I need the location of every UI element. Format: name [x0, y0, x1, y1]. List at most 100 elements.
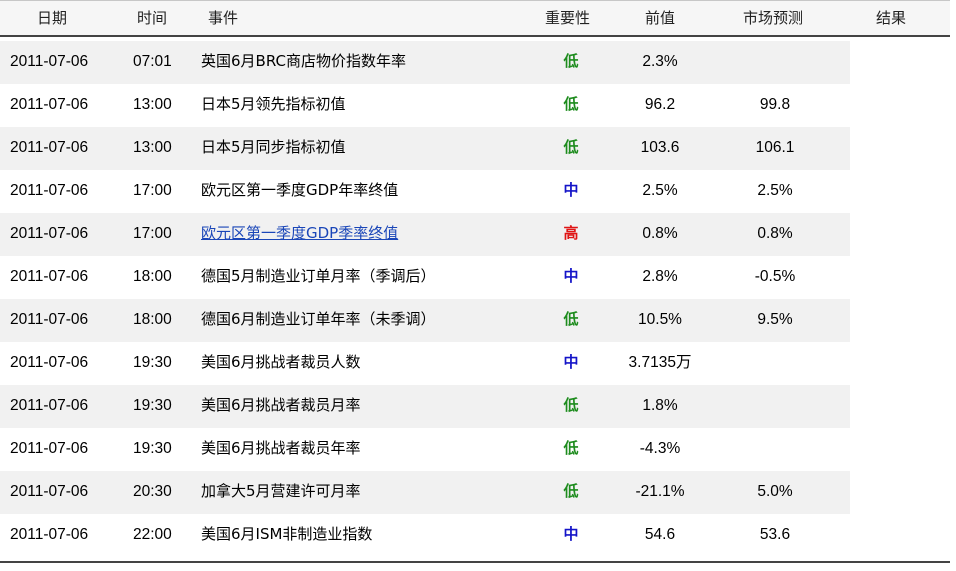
row-time: 19:30 — [133, 440, 172, 457]
row-event: 英国6月BRC商店物价指数年率 — [201, 52, 406, 70]
row-time: 18:00 — [133, 311, 172, 328]
header-forecast: 市场预测 — [743, 9, 804, 27]
row-event: 加拿大5月营建许可月率 — [201, 482, 361, 500]
row-time: 17:00 — [133, 225, 172, 242]
row-previous: 54.6 — [644, 526, 676, 543]
row-importance: 低 — [563, 396, 579, 414]
row-date: 2011-07-06 — [10, 139, 89, 156]
row-forecast: -0.5% — [754, 268, 796, 285]
row-result — [850, 428, 950, 471]
row-time: 19:30 — [133, 397, 172, 414]
row-background — [0, 342, 850, 385]
row-time: 13:00 — [133, 96, 172, 113]
row-event-link[interactable]: 欧元区第一季度GDP季率终值 — [201, 213, 398, 256]
row-date: 2011-07-06 — [10, 440, 89, 457]
table-row: 2011-07-06 22:00 美国6月ISM非制造业指数 中 54.6 53.6 — [0, 514, 950, 557]
row-result — [850, 514, 950, 557]
row-background — [0, 428, 850, 471]
row-result — [850, 213, 950, 256]
row-result — [850, 170, 950, 213]
row-previous: 103.6 — [640, 139, 680, 156]
row-date: 2011-07-06 — [10, 96, 89, 113]
header-previous: 前值 — [645, 9, 676, 27]
row-result — [850, 471, 950, 514]
row-importance: 低 — [563, 439, 579, 457]
row-event: 美国6月挑战者裁员月率 — [201, 396, 361, 414]
row-previous: 0.8% — [642, 225, 678, 242]
row-date: 2011-07-06 — [10, 354, 89, 371]
row-background — [0, 514, 850, 557]
row-result — [850, 127, 950, 170]
row-background — [0, 471, 850, 514]
row-time: 19:30 — [133, 354, 172, 371]
row-date: 2011-07-06 — [10, 225, 89, 242]
row-forecast: 9.5% — [757, 311, 793, 328]
table-bottom-border — [0, 561, 950, 563]
row-background — [0, 127, 850, 170]
row-background — [0, 84, 850, 127]
row-result — [850, 342, 950, 385]
row-event: 美国6月挑战者裁员年率 — [201, 439, 361, 457]
row-previous: 1.8% — [642, 397, 678, 414]
row-importance: 中 — [563, 525, 579, 543]
row-forecast: 106.1 — [755, 139, 795, 156]
row-time: 22:00 — [133, 526, 172, 543]
row-importance: 低 — [563, 482, 579, 500]
row-event: 德国5月制造业订单月率（季调后） — [201, 267, 436, 285]
table-row: 2011-07-06 20:30 加拿大5月营建许可月率 低 -21.1% 5.0% — [0, 471, 950, 514]
row-importance: 低 — [563, 138, 579, 156]
row-previous: 3.7135万 — [628, 354, 692, 371]
row-event: 欧元区第一季度GDP年率终值 — [201, 181, 399, 199]
table-row: 2011-07-06 19:30 美国6月挑战者裁员年率 低 -4.3% — [0, 428, 950, 471]
row-forecast: 0.8% — [757, 225, 793, 242]
row-time: 07:01 — [133, 53, 172, 70]
row-importance: 低 — [563, 52, 579, 70]
row-previous: 2.5% — [642, 182, 678, 199]
row-event: 美国6月挑战者裁员人数 — [201, 353, 361, 371]
row-previous: 10.5% — [638, 311, 682, 328]
row-date: 2011-07-06 — [10, 53, 89, 70]
header-date: 日期 — [37, 9, 68, 27]
row-previous: 2.8% — [642, 268, 678, 285]
row-time: 18:00 — [133, 268, 172, 285]
row-background — [0, 41, 850, 84]
row-date: 2011-07-06 — [10, 311, 89, 328]
table-row: 2011-07-06 17:00 欧元区第一季度GDP年率终值 中 2.5% 2.5% — [0, 170, 950, 213]
header-time: 时间 — [137, 9, 168, 27]
row-time: 13:00 — [133, 139, 172, 156]
table-row: 2011-07-06 18:00 德国6月制造业订单年率（未季调） 低 10.5% 9.5… — [0, 299, 950, 342]
row-date: 2011-07-06 — [10, 268, 89, 285]
row-previous: 2.3% — [642, 53, 678, 70]
row-background — [0, 170, 850, 213]
calendar-table-body: 2011-07-06 07:01 英国6月BRC商店物价指数年率低 2.3% 2011-… — [0, 41, 950, 557]
header-result: 结果 — [876, 9, 907, 27]
row-forecast — [725, 428, 825, 471]
row-date: 2011-07-06 — [10, 182, 89, 199]
table-row: 2011-07-06 17:00 欧元区第一季度GDP季率终值 高 0.8% 0.8% — [0, 213, 950, 256]
row-forecast: 99.8 — [759, 96, 791, 113]
table-header: 日期 时间 事件 重要性 前值 市场预测 结果 — [0, 0, 950, 37]
table-row: 2011-07-06 07:01 英国6月BRC商店物价指数年率 低 2.3% — [0, 41, 950, 84]
row-result — [850, 299, 950, 342]
row-event: 美国6月ISM非制造业指数 — [201, 525, 373, 543]
row-importance: 高 — [563, 224, 579, 242]
row-result — [850, 41, 950, 84]
table-row: 2011-07-06 18:00 德国5月制造业订单月率（季调后） 中 2.8% -0.5… — [0, 256, 950, 299]
row-date: 2011-07-06 — [10, 526, 89, 543]
row-background — [0, 385, 850, 428]
row-forecast: 5.0% — [757, 483, 793, 500]
row-importance: 中 — [563, 267, 579, 285]
row-importance: 中 — [563, 353, 579, 371]
row-forecast — [725, 342, 825, 385]
header-event: 事件 — [208, 9, 239, 27]
row-previous: -21.1% — [635, 483, 685, 500]
row-importance: 中 — [563, 181, 579, 199]
row-forecast: 2.5% — [757, 182, 793, 199]
row-forecast — [725, 385, 825, 428]
row-time: 17:00 — [133, 182, 172, 199]
row-background — [0, 213, 850, 256]
table-row: 2011-07-06 13:00 日本5月同步指标初值 低 103.6 106.1 — [0, 127, 950, 170]
row-previous: -4.3% — [639, 440, 681, 457]
row-date: 2011-07-06 — [10, 397, 89, 414]
row-time: 20:30 — [133, 483, 172, 500]
